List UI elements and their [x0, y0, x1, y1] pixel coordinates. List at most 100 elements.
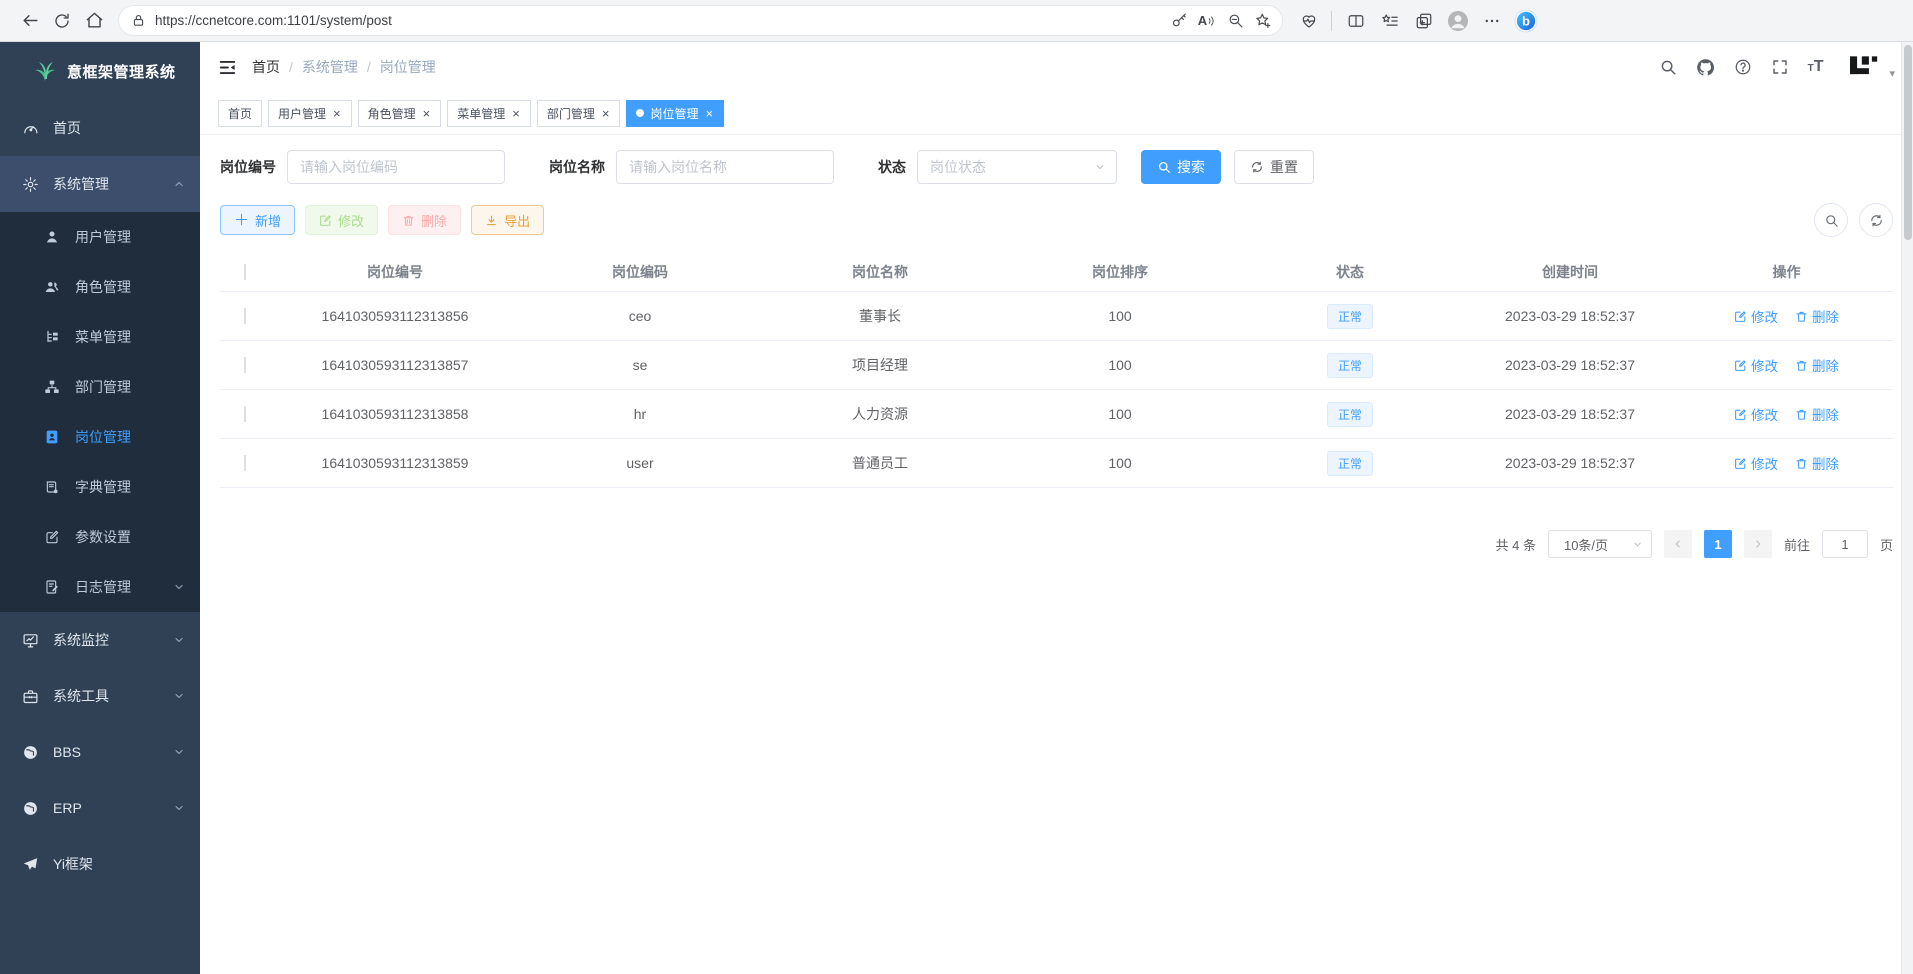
read-aloud-icon[interactable]: A — [1193, 7, 1221, 35]
add-button[interactable]: ＋ 新增 — [220, 205, 295, 235]
refresh-table-button[interactable] — [1859, 203, 1893, 237]
tab-close-icon[interactable]: × — [511, 107, 521, 120]
browser-home-icon[interactable] — [78, 5, 110, 37]
post-sort: 100 — [1000, 308, 1240, 324]
leaf-logo-icon — [33, 60, 57, 82]
sidebar-item-label: 参数设置 — [75, 527, 131, 547]
sidebar-item-menu-management[interactable]: 菜单管理 — [0, 312, 200, 362]
download-icon — [485, 214, 498, 227]
row-checkbox[interactable] — [244, 357, 246, 373]
password-key-icon[interactable] — [1165, 7, 1193, 35]
scrollbar-thumb[interactable] — [1904, 45, 1912, 240]
row-checkbox[interactable] — [244, 308, 246, 324]
settings-more-icon[interactable] — [1476, 5, 1508, 37]
tab-role-management[interactable]: 角色管理 × — [358, 100, 442, 127]
delete-button[interactable]: 删除 — [388, 205, 461, 235]
sidebar-item-parameter-settings[interactable]: 参数设置 — [0, 512, 200, 562]
search-icon[interactable] — [1659, 58, 1677, 76]
favorites-icon[interactable] — [1374, 5, 1406, 37]
fold-menu-icon[interactable] — [218, 58, 237, 77]
sidebar-item-erp[interactable]: ERP — [0, 780, 200, 836]
app-logo[interactable]: 意框架管理系统 — [0, 42, 200, 100]
post-name-input[interactable] — [616, 150, 834, 184]
sidebar-item-system-monitor[interactable]: 系统监控 — [0, 612, 200, 668]
prev-page-button[interactable] — [1664, 530, 1692, 558]
export-button[interactable]: 导出 — [471, 205, 544, 235]
tab-department-management[interactable]: 部门管理 × — [537, 100, 621, 127]
tab-close-icon[interactable]: × — [601, 107, 611, 120]
page-size-select[interactable]: 10条/页 — [1548, 530, 1652, 558]
zoom-out-icon[interactable] — [1221, 7, 1249, 35]
search-button[interactable]: 搜索 — [1141, 150, 1221, 184]
breadcrumb-level3: 岗位管理 — [380, 57, 436, 77]
row-checkbox[interactable] — [244, 455, 246, 471]
col-post-id: 岗位编号 — [270, 262, 520, 282]
browser-essentials-icon[interactable] — [1293, 5, 1325, 37]
profile-avatar[interactable] — [1442, 5, 1474, 37]
goto-page-input[interactable] — [1822, 530, 1868, 558]
page-number-1[interactable]: 1 — [1704, 530, 1732, 558]
browser-refresh-icon[interactable] — [46, 5, 78, 37]
sidebar-item-role-management[interactable]: 角色管理 — [0, 262, 200, 312]
row-delete-button[interactable]: 删除 — [1795, 355, 1839, 375]
tab-post-management[interactable]: 岗位管理 × — [626, 100, 724, 127]
next-page-button[interactable] — [1744, 530, 1772, 558]
user-avatar — [1846, 54, 1882, 80]
sidebar-item-dictionary-management[interactable]: 字典管理 — [0, 462, 200, 512]
tab-home[interactable]: 首页 — [218, 100, 262, 127]
show-search-toggle-button[interactable] — [1814, 203, 1848, 237]
row-edit-button[interactable]: 修改 — [1734, 355, 1778, 375]
edit-button[interactable]: 修改 — [305, 205, 378, 235]
sidebar-item-bbs[interactable]: BBS — [0, 724, 200, 780]
sidebar-item-label: 系统工具 — [53, 686, 109, 706]
add-favorite-star-icon[interactable] — [1249, 7, 1277, 35]
breadcrumb-home[interactable]: 首页 — [252, 57, 280, 77]
sidebar-item-user-management[interactable]: 用户管理 — [0, 212, 200, 262]
fullscreen-icon[interactable] — [1771, 58, 1789, 76]
sidebar-item-system-tools[interactable]: 系统工具 — [0, 668, 200, 724]
user-avatar-menu[interactable]: ▾ — [1846, 54, 1895, 80]
address-bar[interactable]: https://ccnetcore.com:1101/system/post A — [118, 5, 1283, 36]
collections-icon[interactable] — [1408, 5, 1440, 37]
select-all-checkbox[interactable] — [244, 264, 246, 280]
chevron-down-icon — [173, 634, 185, 646]
tab-menu-management[interactable]: 菜单管理 × — [447, 100, 531, 127]
post-code-input[interactable] — [287, 150, 505, 184]
log-icon — [44, 579, 62, 595]
trash-icon — [1795, 457, 1808, 470]
sidebar-item-log-management[interactable]: 日志管理 — [0, 562, 200, 612]
sidebar-item-yi-framework[interactable]: Yi框架 — [0, 836, 200, 892]
row-delete-button[interactable]: 删除 — [1795, 453, 1839, 473]
tab-close-icon[interactable]: × — [704, 107, 714, 120]
tab-close-icon[interactable]: × — [332, 107, 342, 120]
row-delete-button[interactable]: 删除 — [1795, 404, 1839, 424]
row-edit-button[interactable]: 修改 — [1734, 306, 1778, 326]
tab-label: 岗位管理 — [650, 105, 698, 122]
tab-user-management[interactable]: 用户管理 × — [268, 100, 352, 127]
sidebar-item-system-management[interactable]: 系统管理 — [0, 156, 200, 212]
sidebar-item-home[interactable]: 首页 — [0, 100, 200, 156]
lock-icon — [131, 13, 146, 28]
browser-back-icon[interactable] — [14, 5, 46, 37]
reset-button[interactable]: 重置 — [1234, 150, 1314, 184]
row-delete-button[interactable]: 删除 — [1795, 306, 1839, 326]
status-select[interactable]: 岗位状态 — [917, 150, 1117, 184]
row-checkbox[interactable] — [244, 406, 246, 422]
page-scrollbar[interactable] — [1901, 42, 1913, 974]
edit-square-icon — [44, 529, 62, 545]
tab-close-icon[interactable]: × — [422, 107, 432, 120]
breadcrumb: 首页 / 系统管理 / 岗位管理 — [252, 57, 436, 77]
sidebar-item-post-management[interactable]: 岗位管理 — [0, 412, 200, 462]
text-size-icon[interactable]: TT — [1808, 59, 1824, 75]
trash-icon — [1795, 408, 1808, 421]
help-icon[interactable] — [1734, 58, 1752, 76]
top-navbar: 首页 / 系统管理 / 岗位管理 TT — [200, 42, 1913, 92]
post-sort: 100 — [1000, 406, 1240, 422]
row-edit-button[interactable]: 修改 — [1734, 453, 1778, 473]
split-screen-icon[interactable] — [1340, 5, 1372, 37]
copilot-bing-icon[interactable]: b — [1510, 5, 1542, 37]
github-icon[interactable] — [1696, 58, 1715, 77]
row-edit-button[interactable]: 修改 — [1734, 404, 1778, 424]
col-actions: 操作 — [1680, 262, 1893, 282]
sidebar-item-department-management[interactable]: 部门管理 — [0, 362, 200, 412]
